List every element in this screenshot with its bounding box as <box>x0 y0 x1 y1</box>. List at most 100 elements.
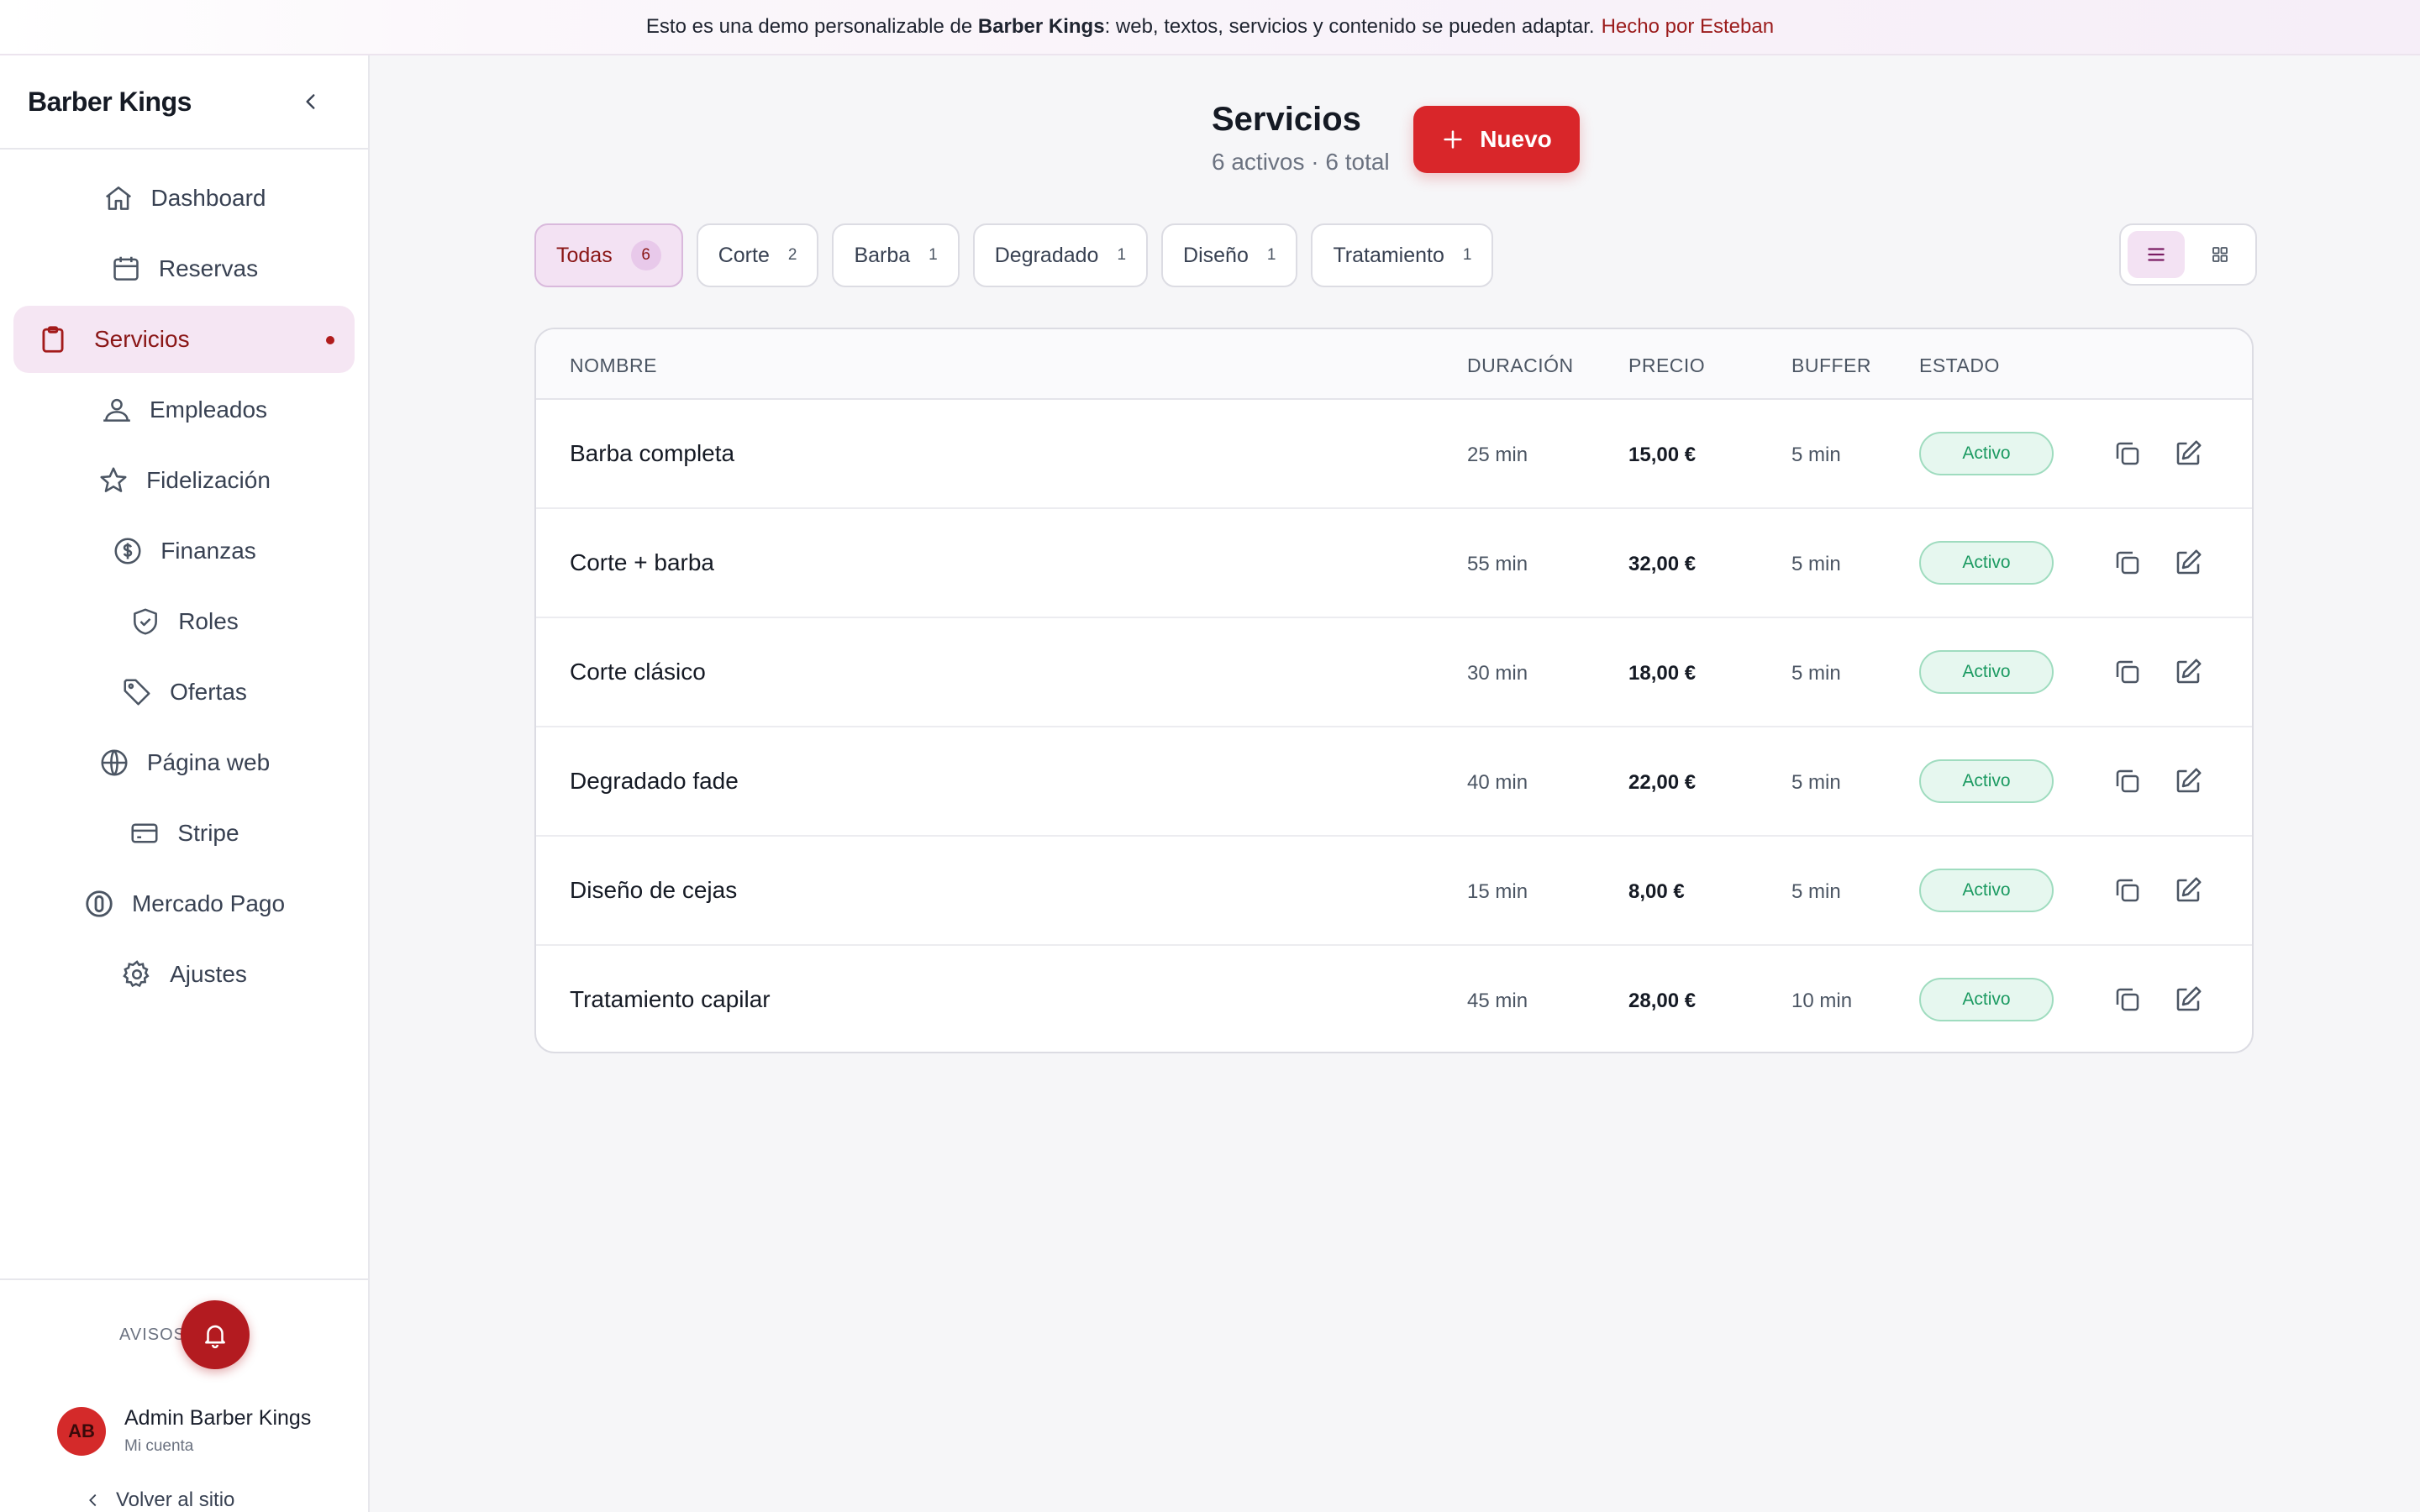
filter-chip-corte[interactable]: Corte 2 <box>696 223 819 287</box>
sidebar-item-empleados[interactable]: Empleados <box>13 376 355 444</box>
service-name: Degradado fade <box>570 768 739 794</box>
service-buffer: 5 min <box>1791 771 1841 794</box>
service-buffer: 10 min <box>1791 990 1853 1012</box>
service-price: 15,00 € <box>1628 444 1697 466</box>
sidebar-item-label: Stripe <box>177 820 239 846</box>
sidebar-item-label: Servicios <box>94 326 190 352</box>
service-price: 28,00 € <box>1628 990 1697 1012</box>
table-row[interactable]: Diseño de cejas 15 min 8,00 € 5 min Acti… <box>536 837 2252 946</box>
sidebar-item-label: Mercado Pago <box>131 890 286 916</box>
table-row[interactable]: Barba completa 25 min 15,00 € 5 min Acti… <box>536 400 2252 509</box>
sidebar-item-ajustes[interactable]: Ajustes <box>13 941 355 1008</box>
plus-icon <box>1444 130 1462 149</box>
sidebar-item-label: Roles <box>178 608 239 634</box>
sidebar-item-stripe[interactable]: Stripe <box>13 800 355 867</box>
duplicate-icon[interactable] <box>2112 548 2143 578</box>
chevron-left-icon <box>89 1494 97 1507</box>
filter-chip-barba[interactable]: Barba 1 <box>832 223 960 287</box>
notifications-row: AVISOS <box>119 1300 250 1369</box>
users-icon <box>103 398 130 422</box>
list-view-button[interactable] <box>2128 231 2185 278</box>
service-duration: 45 min <box>1467 990 1528 1012</box>
service-duration: 25 min <box>1467 444 1528 466</box>
column-header-precio: PRECIO <box>1628 354 1706 376</box>
user-account[interactable]: AB Admin Barber Kings Mi cuenta <box>57 1406 311 1456</box>
sidebar-nav: Dashboard Reservas Servicios Empleados F… <box>0 150 368 1008</box>
service-name: Barba completa <box>570 440 735 466</box>
edit-icon[interactable] <box>2173 766 2203 796</box>
banner-text-after: : web, textos, servicios y contenido se … <box>1104 15 1595 38</box>
edit-icon[interactable] <box>2173 438 2203 469</box>
new-service-button[interactable]: Nuevo <box>1413 106 1580 173</box>
column-header-buffer: BUFFER <box>1791 354 1871 376</box>
sidebar-item-fidelizacion[interactable]: Fidelización <box>13 447 355 514</box>
service-name: Tratamiento capilar <box>570 986 771 1012</box>
brand-logo[interactable]: Barber Kings <box>28 87 192 118</box>
banner-link[interactable]: Hecho por Esteban <box>1602 15 1774 39</box>
filter-count: 2 <box>787 246 797 264</box>
sidebar-item-pagina-web[interactable]: Página web <box>13 729 355 796</box>
edit-icon[interactable] <box>2173 875 2203 906</box>
duplicate-icon[interactable] <box>2112 657 2143 687</box>
filter-count: 1 <box>929 246 938 264</box>
sidebar-item-reservas[interactable]: Reservas <box>13 235 355 302</box>
sidebar-item-label: Reservas <box>158 255 259 281</box>
filter-chip-todas[interactable]: Todas 6 <box>534 223 683 287</box>
sidebar-item-roles[interactable]: Roles <box>13 588 355 655</box>
status-badge: Activo <box>1919 869 2054 912</box>
filter-label: Tratamiento <box>1333 243 1444 267</box>
sidebar-item-mercado-pago[interactable]: Mercado Pago <box>13 870 355 937</box>
new-button-label: Nuevo <box>1480 126 1552 152</box>
filter-chip-diseno[interactable]: Diseño 1 <box>1161 223 1298 287</box>
user-name: Admin Barber Kings <box>124 1406 312 1430</box>
sidebar-item-label: Página web <box>146 749 271 775</box>
sidebar-item-servicios[interactable]: Servicios <box>13 306 355 373</box>
service-name: Diseño de cejas <box>570 877 738 903</box>
service-buffer: 5 min <box>1791 880 1841 903</box>
duplicate-icon[interactable] <box>2112 438 2143 469</box>
home-icon <box>105 186 131 210</box>
service-buffer: 5 min <box>1791 553 1841 575</box>
table-row[interactable]: Corte + barba 55 min 32,00 € 5 min Activ… <box>536 509 2252 618</box>
filter-chip-degradado[interactable]: Degradado 1 <box>972 223 1149 287</box>
grid-view-button[interactable] <box>2191 231 2249 278</box>
status-badge: Activo <box>1919 978 2054 1021</box>
service-buffer: 5 min <box>1791 444 1841 466</box>
collapse-sidebar-button[interactable] <box>294 85 328 118</box>
duplicate-icon[interactable] <box>2112 875 2143 906</box>
table-row[interactable]: Degradado fade 40 min 22,00 € 5 min Acti… <box>536 727 2252 837</box>
filter-chip-tratamiento[interactable]: Tratamiento 1 <box>1311 223 1494 287</box>
sidebar-item-label: Ajustes <box>170 961 247 987</box>
sidebar-item-finanzas[interactable]: Finanzas <box>13 517 355 585</box>
chevron-left-icon <box>306 94 315 109</box>
sidebar-header: Barber Kings <box>0 55 368 150</box>
sidebar: Barber Kings Dashboard Reservas Servicio… <box>0 55 370 1512</box>
filter-count: 1 <box>1462 246 1472 264</box>
edit-icon[interactable] <box>2173 984 2203 1015</box>
service-duration: 40 min <box>1467 771 1528 794</box>
filter-count: 1 <box>1117 246 1127 264</box>
filter-label: Diseño <box>1183 243 1249 267</box>
sidebar-item-dashboard[interactable]: Dashboard <box>13 165 355 232</box>
table-row[interactable]: Tratamiento capilar 45 min 28,00 € 10 mi… <box>536 946 2252 1052</box>
mercadopago-icon <box>86 890 113 917</box>
status-badge: Activo <box>1919 759 2054 803</box>
service-name: Corte + barba <box>570 549 714 575</box>
back-label: Volver al sitio <box>116 1488 235 1511</box>
notifications-button[interactable] <box>181 1300 250 1369</box>
status-badge: Activo <box>1919 650 2054 694</box>
banner-text: Esto es una demo personalizable de <box>645 15 973 38</box>
table-row[interactable]: Corte clásico 30 min 18,00 € 5 min Activ… <box>536 618 2252 727</box>
edit-icon[interactable] <box>2173 657 2203 687</box>
sidebar-item-ofertas[interactable]: Ofertas <box>13 659 355 726</box>
card-icon <box>131 823 158 843</box>
user-subtitle: Mi cuenta <box>124 1437 194 1455</box>
edit-icon[interactable] <box>2173 548 2203 578</box>
back-to-site-link[interactable]: Volver al sitio <box>84 1488 234 1512</box>
duplicate-icon[interactable] <box>2112 766 2143 796</box>
list-icon <box>2148 248 2165 261</box>
duplicate-icon[interactable] <box>2112 984 2143 1015</box>
main-content: Servicios 6 activos · 6 total Nuevo Toda… <box>371 55 2420 1512</box>
page-subtitle: 6 activos · 6 total <box>1212 149 1390 175</box>
sidebar-footer: AVISOS AB Admin Barber Kings Mi cuenta V… <box>0 1278 368 1512</box>
